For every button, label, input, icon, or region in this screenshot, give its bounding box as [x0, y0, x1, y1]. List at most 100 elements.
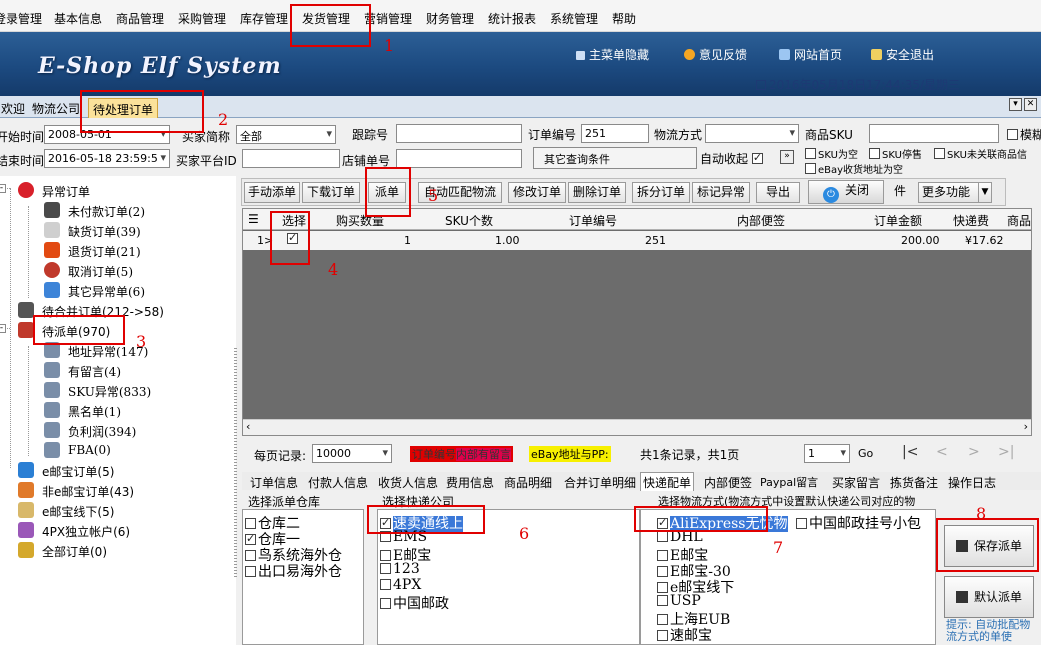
- tab-list-icon[interactable]: ▾: [1009, 98, 1022, 111]
- sku-stop-checkbox[interactable]: SKU停售: [869, 146, 922, 161]
- menu-login[interactable]: 登录管理: [0, 10, 42, 27]
- tab-operation-log[interactable]: 操作日志: [948, 474, 996, 491]
- col-order-no[interactable]: 订单编号: [569, 212, 617, 229]
- tree-node[interactable]: 取消订单(5): [68, 263, 133, 280]
- menu-finance[interactable]: 财务管理: [426, 10, 474, 27]
- checkbox-icon[interactable]: [245, 518, 256, 529]
- tree-node[interactable]: 非e邮宝订单(43): [42, 483, 134, 500]
- first-page-icon[interactable]: |<: [902, 444, 918, 460]
- tree-node[interactable]: 异常订单: [42, 183, 90, 200]
- carrier-option[interactable]: 123: [380, 561, 420, 577]
- manual-add-button[interactable]: 手动添单: [244, 182, 300, 203]
- carrier-option[interactable]: 中国邮政: [380, 593, 449, 613]
- tree-node[interactable]: 有留言(4): [68, 363, 121, 380]
- tree-node[interactable]: 4PX独立帐户(6): [42, 523, 130, 540]
- export-button[interactable]: 导出: [756, 182, 800, 203]
- tab-order-info[interactable]: 订单信息: [250, 474, 298, 491]
- checkbox-icon[interactable]: [657, 531, 668, 542]
- tab-express-dispatch[interactable]: 快递配单: [640, 472, 695, 492]
- next-page-icon[interactable]: >: [968, 444, 980, 460]
- logout-link[interactable]: 安全退出: [871, 46, 934, 63]
- tab-payer-info[interactable]: 付款人信息: [308, 474, 368, 491]
- tree-node[interactable]: 其它异常单(6): [68, 283, 145, 300]
- ebay-addr-checkbox[interactable]: eBay收货地址为空: [805, 161, 903, 176]
- checkbox-icon[interactable]: [245, 532, 256, 545]
- logistics-select[interactable]: [705, 124, 799, 143]
- hide-menu-link[interactable]: 主菜单隐藏: [576, 46, 649, 63]
- default-dispatch-button[interactable]: 默认派单: [944, 576, 1034, 618]
- checkbox-icon[interactable]: [657, 566, 668, 577]
- prev-page-icon[interactable]: <: [936, 444, 948, 460]
- tree-node[interactable]: 负利润(394): [68, 423, 136, 440]
- scroll-right-icon[interactable]: ›: [1024, 420, 1028, 433]
- feedback-link[interactable]: 意见反馈: [684, 46, 747, 63]
- table-row[interactable]: 1> 1 1.00 251 200.00 ¥17.62: [243, 231, 1031, 250]
- tab-buyer-message[interactable]: 买家留言: [832, 474, 880, 491]
- tab-merged-detail[interactable]: 合并订单明细: [564, 474, 636, 491]
- row-menu-icon[interactable]: ☰: [248, 212, 259, 226]
- tab-internal-note[interactable]: 内部便签: [704, 474, 752, 491]
- tab-welcome[interactable]: 欢迎: [0, 98, 29, 118]
- tab-logistics[interactable]: 物流公司: [28, 98, 84, 118]
- tree-node[interactable]: 全部订单(0): [42, 543, 107, 560]
- checkbox-icon[interactable]: [657, 614, 668, 625]
- buyer-nick-select[interactable]: 全部: [236, 125, 336, 144]
- checkbox-icon[interactable]: [796, 518, 807, 529]
- tracking-input[interactable]: [396, 124, 522, 143]
- carrier-option[interactable]: 4PX: [380, 577, 421, 593]
- per-page-select[interactable]: 10000: [312, 444, 392, 463]
- edit-order-button[interactable]: 修改订单: [508, 182, 566, 203]
- tab-picking-note[interactable]: 拣货备注: [890, 474, 938, 491]
- split-order-button[interactable]: 拆分订单: [632, 182, 690, 203]
- menu-purchase[interactable]: 采购管理: [178, 10, 226, 27]
- checkbox-icon[interactable]: [657, 582, 668, 593]
- download-orders-button[interactable]: 下载订单: [302, 182, 360, 203]
- checkbox-icon[interactable]: [380, 563, 391, 574]
- menu-basic-info[interactable]: 基本信息: [54, 10, 102, 27]
- shop-order-input[interactable]: [396, 149, 522, 168]
- sku-input[interactable]: [869, 124, 999, 143]
- checkbox-icon[interactable]: [380, 579, 391, 590]
- tab-fee-info[interactable]: 费用信息: [446, 474, 494, 491]
- collapse-toggle-icon[interactable]: -: [0, 324, 6, 333]
- tree-node[interactable]: FBA(0): [68, 443, 111, 457]
- tree-node[interactable]: e邮宝线下(5): [42, 503, 114, 520]
- checkbox-icon[interactable]: [657, 550, 668, 561]
- close-icon[interactable]: ✕: [1024, 98, 1037, 111]
- tree-node[interactable]: 黑名单(1): [68, 403, 121, 420]
- go-button[interactable]: Go: [858, 447, 873, 460]
- close-button[interactable]: ⏻ 关闭: [808, 180, 884, 204]
- menu-reports[interactable]: 统计报表: [488, 10, 536, 27]
- col-internal-note[interactable]: 内部便签: [737, 212, 785, 229]
- tree-node[interactable]: 退货订单(21): [68, 243, 141, 260]
- page-select[interactable]: 1: [804, 444, 850, 463]
- col-shipping-fee[interactable]: 快递费: [953, 212, 989, 229]
- other-conditions-field[interactable]: 其它查询条件: [533, 147, 697, 169]
- col-sku-count[interactable]: SKU个数: [445, 212, 493, 229]
- tree-node[interactable]: e邮宝订单(5): [42, 463, 114, 480]
- end-time-input[interactable]: 2016-05-18 23:59:5: [44, 149, 170, 168]
- more-functions-dropdown[interactable]: ▼: [978, 182, 992, 203]
- method-option[interactable]: 速邮宝: [657, 625, 712, 645]
- fuzzy-checkbox[interactable]: 模糊: [1007, 126, 1041, 143]
- tab-goods-detail[interactable]: 商品明细: [504, 474, 552, 491]
- checkbox-icon[interactable]: [380, 598, 391, 609]
- warehouse-option[interactable]: 出口易海外仓: [245, 561, 342, 581]
- tree-node[interactable]: 未付款订单(2): [68, 203, 145, 220]
- collapse-toggle-icon[interactable]: -: [0, 184, 6, 193]
- menu-goods[interactable]: 商品管理: [116, 10, 164, 27]
- method-option[interactable]: USP: [657, 593, 701, 609]
- checkbox-icon[interactable]: [657, 630, 668, 641]
- horizontal-scrollbar[interactable]: ‹ ›: [243, 419, 1031, 435]
- tree-node[interactable]: SKU异常(833): [68, 383, 151, 400]
- menu-marketing[interactable]: 营销管理: [364, 10, 412, 27]
- delete-order-button[interactable]: 删除订单: [568, 182, 626, 203]
- scroll-left-icon[interactable]: ‹: [246, 420, 250, 433]
- tree-node[interactable]: 缺货订单(39): [68, 223, 141, 240]
- sku-empty-checkbox[interactable]: SKU为空: [805, 146, 858, 161]
- tab-paypal-message[interactable]: Paypal留言: [760, 474, 818, 490]
- menu-system[interactable]: 系统管理: [550, 10, 598, 27]
- items-button[interactable]: 件: [886, 182, 914, 203]
- buyer-platform-input[interactable]: [242, 149, 340, 168]
- website-link[interactable]: 网站首页: [779, 46, 842, 63]
